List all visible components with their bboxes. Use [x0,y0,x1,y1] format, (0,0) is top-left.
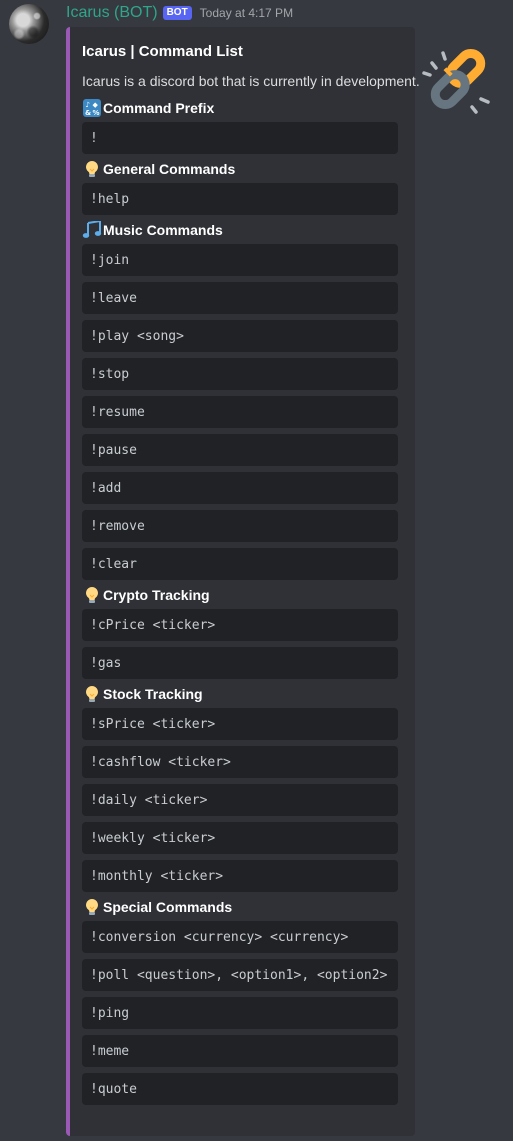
command-code-block: !leave [82,282,398,314]
embed: Icarus | Command List Icarus is a discor… [66,27,490,1136]
embed-field: ♪ ◆ &% Command Prefix! [82,99,398,154]
command-code-block: !quote [82,1073,398,1105]
embed-field: Music Commands !join !leave !play <song> !st… [82,221,398,580]
command-code-block: !monthly <ticker> [82,860,398,892]
light-bulb-icon [82,685,102,703]
light-bulb-icon [82,160,102,178]
command-code-block: !join [82,244,398,276]
timestamp[interactable]: Today at 4:17 PM [200,6,293,20]
command-code-block: !gas [82,647,398,679]
field-label: Special Commands [103,899,233,915]
command-code-block: !ping [82,997,398,1029]
bot-message: Icarus (BOT) BOT Today at 4:17 PM Icarus… [0,0,513,1141]
field-name: Crypto Tracking [82,586,398,604]
command-code-block: !cashflow <ticker> [82,746,398,778]
svg-text:◆: ◆ [93,101,99,109]
command-code-block: !stop [82,358,398,390]
command-code-block: !help [82,183,398,215]
chain-link-icon[interactable] [418,39,498,119]
field-name: Stock Tracking [82,685,398,703]
field-name: Special Commands [82,898,398,916]
command-code-block: !daily <ticker> [82,784,398,816]
command-code-block: !poll <question>, <option1>, <option2> [82,959,398,991]
field-name: Music Commands [82,221,398,239]
embed-field: Crypto Tracking !cPrice <ticker> !gas [82,586,398,679]
embed-field: General Commands !help [82,160,398,215]
command-code-block: !conversion <currency> <currency> [82,921,398,953]
symbols-input-icon: ♪ ◆ &% [82,99,102,117]
command-code-block: !play <song> [82,320,398,352]
field-label: Crypto Tracking [103,587,210,603]
command-code-block: !weekly <ticker> [82,822,398,854]
music-note-icon [82,221,102,239]
embed-fields: ♪ ◆ &% Command Prefix! General Commands !help… [82,99,398,1111]
embed-title: Icarus | Command List [82,43,243,60]
field-name: General Commands [82,160,398,178]
command-code-block: !sPrice <ticker> [82,708,398,740]
light-bulb-icon [82,898,102,916]
command-code-block: !remove [82,510,398,542]
field-label: General Commands [103,161,236,177]
field-name: ♪ ◆ &% Command Prefix [82,99,398,117]
embed-description: Icarus is a discord bot that is currentl… [82,73,420,89]
field-label: Music Commands [103,222,223,238]
light-bulb-icon [82,586,102,604]
bot-badge: BOT [162,6,192,20]
message-header: Icarus (BOT) BOT Today at 4:17 PM [66,3,293,23]
field-label: Stock Tracking [103,686,203,702]
username[interactable]: Icarus (BOT) [66,4,158,22]
embed-field: Special Commands !conversion <currency> <… [82,898,398,1105]
avatar[interactable] [9,4,49,44]
command-code-block: !add [82,472,398,504]
svg-text:♪: ♪ [86,101,90,109]
command-code-block: !clear [82,548,398,580]
command-code-block: ! [82,122,398,154]
embed-field: Stock Tracking !sPrice <ticker> !cashflow … [82,685,398,892]
command-code-block: !pause [82,434,398,466]
field-label: Command Prefix [103,100,215,116]
command-code-block: !resume [82,396,398,428]
command-code-block: !meme [82,1035,398,1067]
svg-text:%: % [93,109,100,117]
svg-text:&: & [85,109,91,117]
command-code-block: !cPrice <ticker> [82,609,398,641]
